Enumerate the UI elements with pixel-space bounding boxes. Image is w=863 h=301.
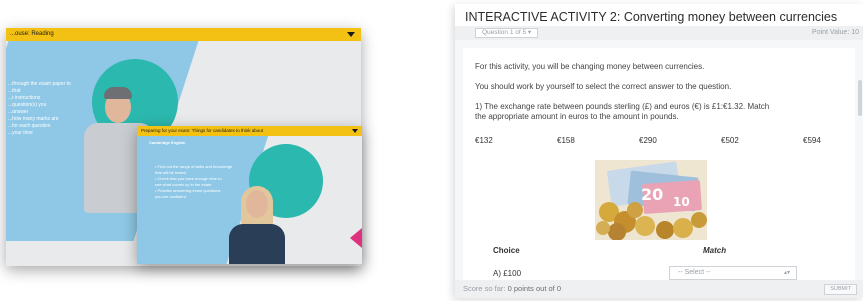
choice-a-label: A) £100 <box>493 269 522 278</box>
interactive-activity-panel: INTERACTIVE ACTIVITY 2: Converting money… <box>455 4 863 298</box>
amount-option: €290 <box>639 136 657 145</box>
presenter-woman <box>225 186 289 264</box>
score-label: Score so far: <box>463 284 506 293</box>
score-value: 0 points out of 0 <box>507 284 561 293</box>
activity-title: INTERACTIVE ACTIVITY 2: Converting money… <box>465 10 838 24</box>
activity-toolbar: Question 1 of 5 ▾ Point Value: 10 <box>455 26 863 40</box>
background-triangle <box>350 228 362 248</box>
bullet-line: ...for each question <box>8 123 51 129</box>
chevron-down-icon[interactable] <box>352 129 358 133</box>
activity-footer: Score so far: 0 points out of 0 SUBMIT <box>455 280 863 298</box>
video-header-title: Preparing for your exam: Things for cand… <box>141 128 263 133</box>
choice-column-header: Choice <box>493 246 520 255</box>
video-bullet-list: ...through the exam paper to ...that ...… <box>8 81 78 137</box>
bullet-line: ...question(s) you <box>8 102 47 108</box>
amount-option: €132 <box>475 136 493 145</box>
bullet-line: ...t instructions <box>8 95 41 101</box>
select-placeholder: -- Select -- <box>678 269 711 276</box>
question-selector-label: Question 1 of 5 <box>482 29 527 36</box>
amount-options: €132 €158 €290 €502 €594 <box>475 136 835 148</box>
match-select-dropdown[interactable]: -- Select -- ▴▾ <box>669 266 797 280</box>
video-header-bar[interactable]: ...ouse: Reading <box>6 28 361 41</box>
question-line: 1) The exchange rate between pounds ster… <box>475 102 770 111</box>
video-stage: Cambridge English • Find out the range o… <box>137 136 362 264</box>
chevron-down-icon[interactable] <box>347 32 355 37</box>
match-column-header: Match <box>703 246 727 255</box>
submit-button[interactable]: SUBMIT <box>824 284 857 295</box>
bullet-line: ...how many marks are <box>8 116 59 122</box>
bullet-line: ...answer <box>8 109 29 115</box>
svg-text:20: 20 <box>641 185 663 204</box>
video-header-title: ...ouse: Reading <box>10 31 54 37</box>
bullet-line: ...that <box>8 88 21 94</box>
question-text: 1) The exchange rate between pounds ster… <box>475 102 835 122</box>
question-selector[interactable]: Question 1 of 5 ▾ <box>475 28 539 38</box>
point-value: Point Value: 10 <box>812 29 859 36</box>
presenter-torso <box>229 224 285 264</box>
video-header-bar[interactable]: Preparing for your exam: Things for cand… <box>137 126 362 136</box>
scrollbar[interactable] <box>858 80 862 116</box>
activity-content: For this activity, you will be changing … <box>455 40 863 280</box>
chevron-down-icon: ▾ <box>527 29 532 36</box>
presenter-head <box>246 190 268 218</box>
instruction-text: You should work by yourself to select th… <box>475 82 732 91</box>
bullet-line: ...through the exam paper to <box>8 81 71 87</box>
score-display: Score so far: 0 points out of 0 <box>463 280 561 298</box>
intro-text: For this activity, you will be changing … <box>475 62 705 71</box>
bullet-line: ...your time <box>8 130 33 136</box>
amount-option: €158 <box>557 136 575 145</box>
amount-option: €594 <box>803 136 821 145</box>
euro-money-image: 20 10 <box>595 160 707 240</box>
presenter-hair <box>104 87 132 99</box>
question-line: the appropriate amount in euros to the a… <box>475 112 679 121</box>
svg-text:10: 10 <box>673 195 690 209</box>
amount-option: €502 <box>721 136 739 145</box>
cambridge-logo: Cambridge English <box>149 140 186 145</box>
video-screenshot-preparing: Preparing for your exam: Things for cand… <box>137 126 362 264</box>
chevron-down-icon: ▴▾ <box>783 270 790 276</box>
euro-notes-coins-illustration: 20 10 <box>595 160 707 240</box>
question-area: For this activity, you will be changing … <box>463 48 855 280</box>
